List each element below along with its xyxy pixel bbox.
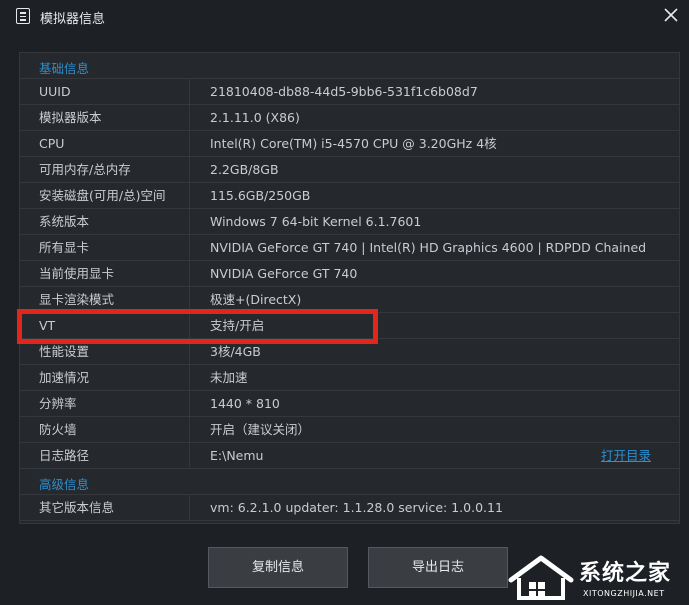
- row-value: vm: 6.2.1.0 updater: 1.1.28.0 service: 1…: [210, 500, 503, 515]
- window-title: 模拟器信息: [40, 12, 106, 27]
- info-row-all-gpus: 所有显卡 NVIDIA GeForce GT 740 | Intel(R) HD…: [20, 235, 679, 261]
- row-value: Windows 7 64-bit Kernel 6.1.7601: [210, 214, 422, 229]
- info-row-uuid: UUID 21810408-db88-44d5-9bb6-531f1c6b08d…: [20, 79, 679, 105]
- row-value: NVIDIA GeForce GT 740: [210, 266, 358, 281]
- open-directory-link[interactable]: 打开目录: [601, 443, 651, 468]
- row-value: NVIDIA GeForce GT 740 | Intel(R) HD Grap…: [210, 240, 647, 255]
- info-row-current-gpu: 当前使用显卡 NVIDIA GeForce GT 740: [20, 261, 679, 287]
- row-key: 日志路径: [20, 443, 190, 468]
- row-key: 模拟器版本: [20, 105, 190, 130]
- row-key: 其它版本信息: [20, 495, 190, 520]
- row-value: E:\Nemu: [210, 448, 264, 463]
- row-key: 所有显卡: [20, 235, 190, 260]
- copy-info-button[interactable]: 复制信息: [208, 547, 348, 588]
- info-row-other-versions: 其它版本信息 vm: 6.2.1.0 updater: 1.1.28.0 ser…: [20, 495, 679, 521]
- section-advanced-label: 高级信息: [39, 477, 90, 492]
- watermark-sub-text: XITONGZHIJIA.NET: [583, 589, 665, 598]
- row-value: 115.6GB/250GB: [210, 188, 311, 203]
- vt-highlight-box: [17, 309, 378, 344]
- info-panel: 基础信息 UUID 21810408-db88-44d5-9bb6-531f1c…: [19, 52, 680, 524]
- document-icon: [16, 8, 30, 24]
- section-advanced: 高级信息: [20, 469, 679, 495]
- close-icon[interactable]: [662, 6, 680, 24]
- info-row-version: 模拟器版本 2.1.11.0 (X86): [20, 105, 679, 131]
- row-key: 系统版本: [20, 209, 190, 234]
- site-watermark: 系统之家 XITONGZHIJIA.NET: [507, 550, 689, 605]
- info-row-disk: 安装磁盘(可用/总)空间 115.6GB/250GB: [20, 183, 679, 209]
- row-value: Intel(R) Core(TM) i5-4570 CPU @ 3.20GHz …: [210, 136, 497, 151]
- info-row-cpu: CPU Intel(R) Core(TM) i5-4570 CPU @ 3.20…: [20, 131, 679, 157]
- info-row-firewall: 防火墙 开启（建议关闭）: [20, 417, 679, 443]
- info-row-log-path: 日志路径 E:\Nemu 打开目录: [20, 443, 679, 469]
- row-value: 开启（建议关闭）: [210, 422, 311, 437]
- title-bar: 模拟器信息: [0, 0, 689, 34]
- row-value: 21810408-db88-44d5-9bb6-531f1c6b08d7: [210, 84, 478, 99]
- row-key: 当前使用显卡: [20, 261, 190, 286]
- section-basic: 基础信息: [20, 53, 679, 79]
- row-key: UUID: [20, 79, 190, 104]
- row-value: 2.2GB/8GB: [210, 162, 279, 177]
- export-log-button[interactable]: 导出日志: [368, 547, 508, 588]
- row-key: 加速情况: [20, 365, 190, 390]
- row-value: 2.1.11.0 (X86): [210, 110, 300, 125]
- info-row-acceleration: 加速情况 未加速: [20, 365, 679, 391]
- row-value: 未加速: [210, 370, 248, 385]
- row-key: 分辨率: [20, 391, 190, 416]
- info-row-resolution: 分辨率 1440 * 810: [20, 391, 679, 417]
- info-row-os: 系统版本 Windows 7 64-bit Kernel 6.1.7601: [20, 209, 679, 235]
- row-value: 1440 * 810: [210, 396, 280, 411]
- row-key: 可用内存/总内存: [20, 157, 190, 182]
- watermark-main-text: 系统之家: [579, 561, 672, 586]
- row-key: CPU: [20, 131, 190, 156]
- row-key: 安装磁盘(可用/总)空间: [20, 183, 190, 208]
- section-basic-label: 基础信息: [39, 61, 90, 76]
- row-key: 防火墙: [20, 417, 190, 442]
- house-logo-icon: [508, 555, 574, 600]
- info-row-memory: 可用内存/总内存 2.2GB/8GB: [20, 157, 679, 183]
